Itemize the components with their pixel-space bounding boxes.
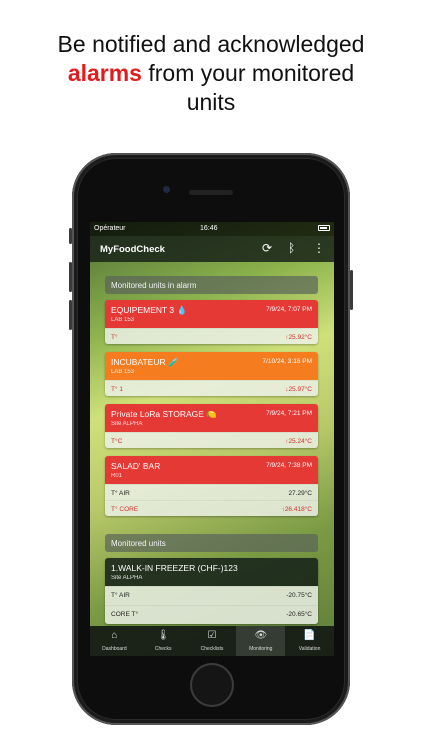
alarm-unit-card[interactable]: EQUIPEMENT 3 💧 LAB 153 7/9/24, 7:07 PM T…: [105, 300, 318, 344]
alarm-card-header: Private LoRa STORAGE 🍋 Site ALPHA 7/9/24…: [105, 404, 318, 432]
sensor-label: T° CORE: [111, 506, 139, 513]
unit-site: R01: [111, 473, 123, 479]
checklist-icon: ☑: [207, 630, 217, 641]
mute-switch: [69, 228, 72, 244]
unit-name: EQUIPEMENT 3 💧: [111, 305, 188, 315]
sensor-value: 27.29°C: [288, 490, 312, 497]
unit-name: INCUBATEUR 🧪: [111, 357, 179, 367]
sensor-value: ↑25.24°C: [285, 438, 312, 445]
clock: 16:46: [200, 225, 218, 232]
alarm-unit-card[interactable]: Private LoRa STORAGE 🍋 Site ALPHA 7/9/24…: [105, 404, 318, 448]
sensor-row: CORE T° -20.65°C: [105, 605, 318, 624]
alarm-date: 7/10/24, 3:16 PM: [262, 358, 312, 365]
unit-name: 1.WALK-IN FREEZER (CHF-)123: [111, 563, 238, 573]
unit-site: LAB 153: [111, 369, 135, 375]
home-icon: ⌂: [111, 630, 118, 641]
tab-label: Validation: [298, 646, 321, 652]
tab-dashboard[interactable]: ⌂ Dashboard: [90, 626, 139, 656]
sensor-value: ↓25.97°C: [285, 386, 312, 393]
headline-line-2: alarms from your monitored: [0, 59, 422, 88]
sensor-value: ↑26.418°C: [281, 506, 312, 513]
alarm-card-header: EQUIPEMENT 3 💧 LAB 153 7/9/24, 7:07 PM: [105, 300, 318, 328]
document-icon: 📄: [303, 630, 316, 641]
tab-label: Dashboard: [102, 646, 127, 652]
marketing-headline: Be notified and acknowledged alarms from…: [0, 30, 422, 117]
headline-highlight: alarms: [67, 60, 142, 86]
sensor-label: T° 1: [111, 386, 123, 393]
monitored-section-header: Monitored units: [105, 534, 318, 552]
sensor-label: CORE T°: [111, 611, 139, 618]
unit-type-icon: 💧: [176, 305, 188, 315]
alarm-unit-card[interactable]: INCUBATEUR 🧪 LAB 153 7/10/24, 3:16 PM T°…: [105, 352, 318, 396]
unit-site: Site ALPHA: [111, 575, 143, 581]
sensor-label: T°: [111, 334, 118, 341]
headline-line-3: units: [186, 89, 236, 115]
sensor-row: T°C ↑25.24°C: [105, 432, 318, 448]
sensor-value: ↑25.92°C: [285, 334, 312, 341]
tab-label: Monitoring: [249, 646, 273, 652]
sensor-row: T° 1 ↓25.97°C: [105, 380, 318, 396]
app-title: MyFoodCheck: [100, 244, 165, 255]
monitored-unit-card[interactable]: 1.WALK-IN FREEZER (CHF-)123 Site ALPHA T…: [105, 558, 318, 624]
earpiece-speaker: [189, 190, 233, 195]
unit-name: Private LoRa STORAGE 🍋: [111, 409, 217, 419]
unit-name: SALAD' BAR: [111, 461, 161, 471]
sensor-value: -20.75°C: [286, 592, 312, 599]
tab-label: Checklists: [200, 646, 224, 652]
carrier-label: Opérateur: [94, 225, 126, 232]
alarm-card-header: SALAD' BAR R01 7/9/24, 7:38 PM: [105, 456, 318, 484]
more-options-icon[interactable]: ⋮: [313, 241, 325, 255]
unit-site: LAB 153: [111, 317, 135, 323]
unit-type-icon: 🍋: [206, 409, 217, 419]
sensor-row: T° AIR -20.75°C: [105, 586, 318, 605]
sensor-label: T°C: [111, 438, 123, 445]
volume-up-button: [69, 262, 72, 292]
bluetooth-icon[interactable]: ᛒ: [288, 241, 295, 255]
thermometer-icon: 🌡: [156, 630, 170, 641]
alarm-unit-card[interactable]: SALAD' BAR R01 7/9/24, 7:38 PM T° AIR 27…: [105, 456, 318, 516]
tab-label: Checks: [154, 646, 172, 652]
alarm-card-header: INCUBATEUR 🧪 LAB 153 7/10/24, 3:16 PM: [105, 352, 318, 380]
tab-validation[interactable]: 📄 Validation: [285, 626, 334, 656]
front-camera: [163, 186, 170, 193]
sensor-row: T° CORE ↑26.418°C: [105, 500, 318, 516]
volume-down-button: [69, 300, 72, 330]
power-button: [350, 270, 353, 310]
sensor-row: T° ↑25.92°C: [105, 328, 318, 344]
eye-icon: 👁: [254, 630, 268, 641]
alarm-section-header: Monitored units in alarm: [105, 276, 318, 294]
sensor-label: T° AIR: [111, 592, 130, 599]
tab-checklists[interactable]: ☑ Checklists: [188, 626, 237, 656]
tab-checks[interactable]: 🌡 Checks: [139, 626, 188, 656]
sensor-row: T° AIR 27.29°C: [105, 484, 318, 500]
status-bar: Opérateur 16:46: [90, 222, 334, 236]
alarm-date: 7/9/24, 7:07 PM: [266, 306, 312, 313]
monitored-card-header: 1.WALK-IN FREEZER (CHF-)123 Site ALPHA: [105, 558, 318, 586]
home-button[interactable]: [190, 663, 234, 707]
alarm-date: 7/9/24, 7:38 PM: [266, 462, 312, 469]
app-screen: Opérateur 16:46 MyFoodCheck ⟳ ᛒ ⋮ Monito…: [90, 222, 334, 656]
tab-monitoring[interactable]: 👁 Monitoring: [236, 626, 286, 656]
app-bar: MyFoodCheck ⟳ ᛒ ⋮: [90, 236, 334, 262]
battery-icon: [318, 225, 330, 231]
sensor-value: -20.65°C: [286, 611, 312, 618]
refresh-icon[interactable]: ⟳: [262, 241, 272, 255]
alarm-date: 7/9/24, 7:21 PM: [266, 410, 312, 417]
unit-type-icon: 🧪: [168, 357, 179, 367]
unit-site: Site ALPHA: [111, 421, 143, 427]
bottom-tab-bar: ⌂ Dashboard 🌡 Checks ☑ Checklists 👁 Monitor…: [90, 626, 334, 656]
sensor-label: T° AIR: [111, 490, 130, 497]
headline-line-1: Be notified and acknowledged: [57, 31, 365, 57]
headline-line-2-rest: from your monitored: [141, 60, 355, 86]
